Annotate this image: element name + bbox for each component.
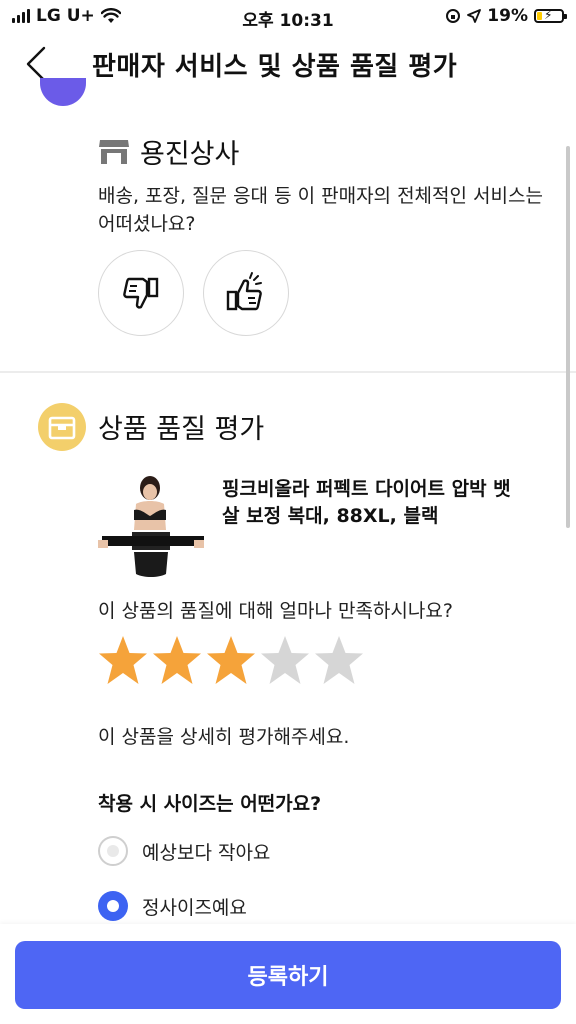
satisfaction-question: 이 상품의 품질에 대해 얼마나 만족하시나요? [98,600,453,622]
star-5-icon[interactable] [314,634,364,688]
status-right: 19% ⚡ [445,6,567,26]
status-bar: LG U+ 오후 10:31 19% ⚡ [0,0,576,34]
size-option-small[interactable]: 예상보다 작아요 [98,836,270,866]
rotation-lock-icon [446,9,461,23]
store-icon [99,139,129,164]
product-name: 핑크비올라 퍼펙트 다이어트 압박 뱃살 보정 복대, 88XL, 블랙 [222,478,511,527]
size-question: 착용 시 사이즈는 어떤가요? [98,793,322,815]
scrollbar[interactable] [566,146,570,528]
star-rating [98,634,364,688]
thumbs-up-button[interactable] [203,250,289,336]
thumbs-up-icon [226,272,262,311]
detail-review-prompt: 이 상품을 상세히 평가해주세요. [98,726,350,748]
star-1-icon[interactable] [98,634,148,688]
previous-section-icon [40,78,86,106]
product-box-icon [38,403,86,451]
submit-button[interactable]: 등록하기 [15,941,561,1009]
star-4-icon[interactable] [260,634,310,688]
radio-small[interactable] [98,836,128,866]
quality-section-title: 상품 품질 평가 [98,414,265,445]
size-option-true-size[interactable]: 정사이즈예요 [98,891,247,921]
location-icon [467,9,482,23]
seller-question: 배송, 포장, 질문 응대 등 이 판매자의 전체적인 서비스는 어떠셨나요? [98,185,543,235]
star-2-icon[interactable] [152,634,202,688]
thumbs-down-icon [123,277,159,309]
radio-true-size[interactable] [98,891,128,921]
product-image [98,474,204,582]
seller-name-row: 용진상사 [98,132,239,171]
battery-percent: 19% [487,6,528,26]
star-3-icon[interactable] [206,634,256,688]
size-option-small-label: 예상보다 작아요 [142,841,271,864]
seller-name: 용진상사 [140,139,240,170]
bottom-bar: 등록하기 [0,924,576,1024]
header: 판매자 서비스 및 상품 품질 평가 [0,34,576,96]
battery-icon: ⚡ [534,8,567,23]
section-divider [0,371,576,373]
size-option-true-size-label: 정사이즈예요 [142,896,247,919]
page-title: 판매자 서비스 및 상품 품질 평가 [92,52,458,82]
thumbs-down-button[interactable] [98,250,184,336]
